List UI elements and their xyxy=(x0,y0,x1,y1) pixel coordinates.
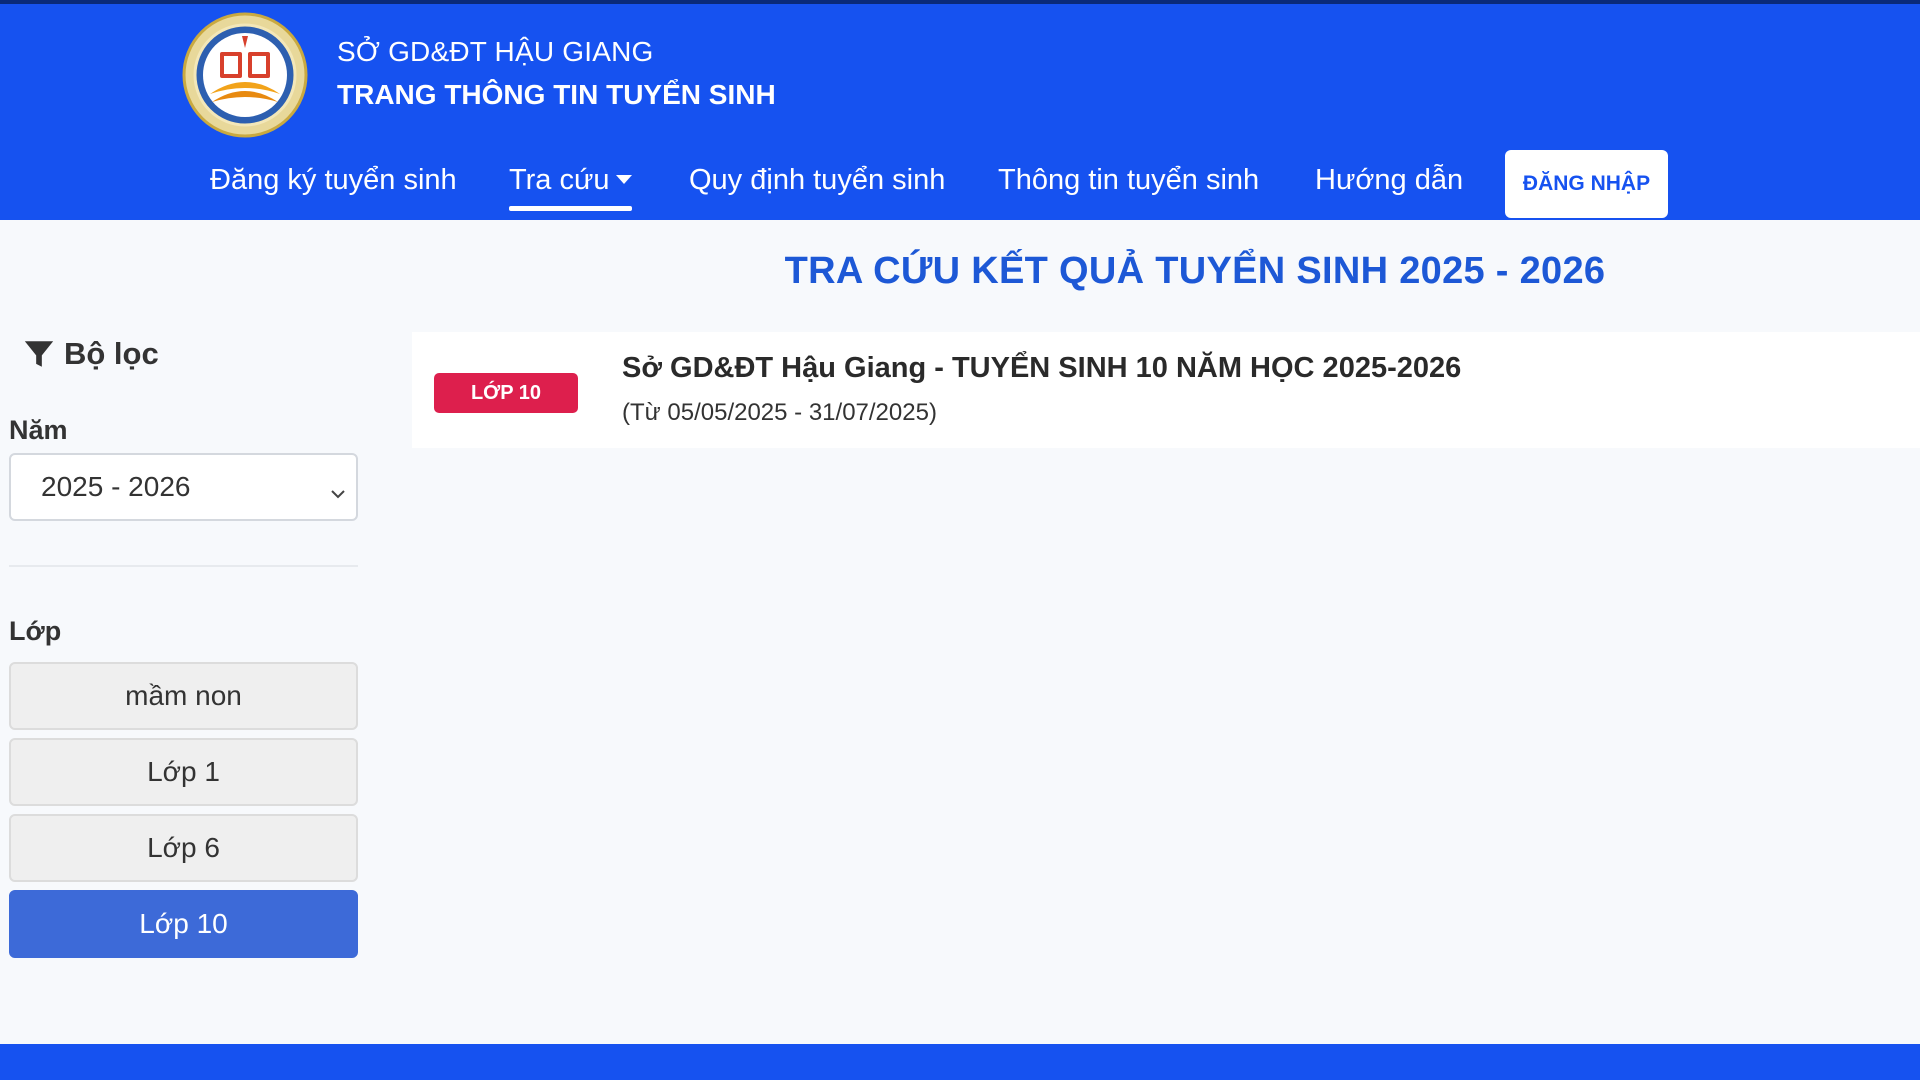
page-title: TRA CỨU KẾT QUẢ TUYỂN SINH 2025 - 2026 xyxy=(0,250,1920,293)
grade-badge: LỚP 10 xyxy=(434,373,578,413)
nav-regulations[interactable]: Quy định tuyển sinh xyxy=(689,164,945,197)
login-button[interactable]: ĐĂNG NHẬP xyxy=(1505,150,1668,218)
filter-icon xyxy=(22,337,56,371)
filter-heading: Bộ lọc xyxy=(22,336,159,372)
page-title-text: TRA CỨU KẾT QUẢ TUYỂN SINH 2025 - 2026 xyxy=(784,250,1606,292)
nav-lookup-label: Tra cứu xyxy=(509,164,610,196)
footer-bar xyxy=(0,1044,1920,1080)
year-select[interactable]: 2025 - 2026 xyxy=(9,453,358,521)
main-nav: Đăng ký tuyển sinh Tra cứu Quy định tuyể… xyxy=(0,150,1920,218)
class-button-grade-1[interactable]: Lớp 1 xyxy=(9,738,358,806)
filter-label: Bộ lọc xyxy=(64,336,159,371)
nav-register[interactable]: Đăng ký tuyển sinh xyxy=(210,164,457,197)
nav-info[interactable]: Thông tin tuyển sinh xyxy=(998,164,1259,197)
org-name: SỞ GD&ĐT HẬU GIANG xyxy=(337,36,654,67)
class-label: Lớp xyxy=(9,616,62,646)
header: SỞ GD&ĐT HẬU GIANG TRANG THÔNG TIN TUYỂN… xyxy=(0,0,1920,220)
sidebar-divider xyxy=(9,565,358,567)
class-button-preschool[interactable]: mầm non xyxy=(9,662,358,730)
result-item[interactable]: LỚP 10 Sở GD&ĐT Hậu Giang - TUYỂN SINH 1… xyxy=(412,332,1920,448)
class-button-grade-10[interactable]: Lớp 10 xyxy=(9,890,358,958)
result-title[interactable]: Sở GD&ĐT Hậu Giang - TUYỂN SINH 10 NĂM H… xyxy=(622,352,1461,385)
caret-down-icon xyxy=(615,174,632,184)
nav-guide[interactable]: Hướng dẫn xyxy=(1315,164,1463,197)
class-button-grade-6[interactable]: Lớp 6 xyxy=(9,814,358,882)
year-label: Năm xyxy=(9,415,68,445)
nav-lookup[interactable]: Tra cứu xyxy=(509,164,632,211)
year-select-value: 2025 - 2026 xyxy=(41,471,191,502)
result-date-range: (Từ 05/05/2025 - 31/07/2025) xyxy=(622,399,937,426)
chevron-down-icon xyxy=(328,479,348,511)
logo-icon[interactable] xyxy=(182,12,308,138)
site-name: TRANG THÔNG TIN TUYỂN SINH xyxy=(337,79,776,110)
